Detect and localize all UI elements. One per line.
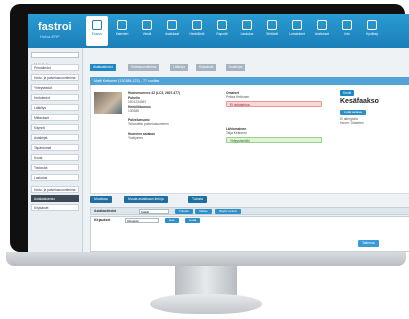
sidebar-item[interactable]: Käynnit [31,124,79,131]
nav-item-9[interactable]: Asetukset [311,16,333,46]
nav-item-6[interactable]: Laskutus [236,16,258,46]
sidebar-item[interactable]: Tiedostot [31,164,79,171]
nav-item-label: Lomakkeet [289,32,305,36]
lower-row2-select[interactable]: Viimeisin [125,218,159,223]
check-icon [367,20,377,30]
nav-item-2[interactable]: Viestit [136,16,158,46]
nav-item-11[interactable]: Hyväksy [361,16,383,46]
sidebar-bottom-item[interactable]: Hoito- ja palvelusuunnitelma [31,186,79,193]
edit-button[interactable]: Muokkaa [90,196,112,203]
person-icon [192,20,202,30]
lower-row2-label: Kirjaukset [94,218,111,222]
status-box: Yhteyshenkilö [226,137,322,143]
alert-text: Ei hoitotahtoa [230,103,250,107]
app-logo-subtitle: Hoiva-ERP [40,34,60,39]
contact-name: Pekka Kettunen [226,95,250,99]
task-icon [267,20,277,30]
nav-item-8[interactable]: Lomakkeet [286,16,308,46]
calendar-icon [117,20,127,30]
nav-item-label: Asiakkaat [165,32,179,36]
sidebar-item[interactable]: Hoito- ja palvelusuunnitelma [31,74,79,81]
nav-item-5[interactable]: Raportit [211,16,233,46]
phone-value: 0501234567 [128,100,147,104]
nav-item-label: Etusivu [91,32,103,36]
message-icon [142,20,152,30]
tab-kirjaukset[interactable]: Kirjaukset [196,64,217,71]
sidebar-item[interactable]: Lääkitys [31,104,79,111]
nav-item-label: Henkilöstö [189,32,205,36]
sidebar-item[interactable]: Kuvat [31,154,79,161]
lower-row2-add-button[interactable]: Lisää [185,218,201,223]
lower-row2-search-button[interactable]: Hae [165,218,179,223]
alert-box: Ei hoitotahtoa [226,101,322,107]
nav-item-1[interactable]: Kalenteri [111,16,133,46]
lower-bar-label: Asiakastiedot [94,209,117,213]
tab-laakitys[interactable]: Lääkitys [170,64,189,71]
nav-item-label: Asetukset [315,32,329,36]
lower-filter-select-button[interactable]: Valitse [195,209,212,214]
nav-item-label: Viestit [142,32,152,36]
nav-item-7[interactable]: Tehtävät [261,16,283,46]
nav-item-label: Laskutus [240,32,254,36]
tab-hoitosuunnitelma[interactable]: Hoitosuunnitelma [128,64,160,71]
monitor-chin [6,252,406,266]
save-button[interactable]: Tallenna [358,240,379,247]
invoice-icon [242,20,252,30]
monitor-frame: fastroi Hoiva-ERP Etusivu Kalenteri Viesti… [10,4,409,252]
season-title: Kesäfaakso [340,98,379,105]
monitor-stand-base [150,294,262,314]
tab-asiakastiedot[interactable]: Asiakastiedot [90,64,116,71]
status-text: Yhteyshenkilö [230,139,250,143]
people-icon [167,20,177,30]
edit-client-info-button[interactable]: Muuta asiakkaan tietoja [124,196,168,203]
sidebar-item[interactable]: Laskutus [31,174,79,181]
info-icon [342,20,352,30]
monitor-stand-neck [175,266,237,296]
service-type-value: Tehostettu palveluasuminen [128,122,169,126]
nav-item-label: Hyväksy [365,32,379,36]
nav-item-label: Kalenteri [115,32,129,36]
app-logo: fastroi [38,21,72,33]
season-badge: Kevät [340,90,355,96]
top-navigation-bar: fastroi Hoiva-ERP Etusivu Kalenteri Viesti… [28,14,409,48]
home-icon [92,20,102,30]
nav-item-3[interactable]: Asiakkaat [161,16,183,46]
lower-filter-show-old[interactable]: Näytä vanhat [215,209,241,214]
add-client-button[interactable]: Lisää asiakas [340,110,367,115]
nav-item-10[interactable]: Info [336,16,358,46]
sidebar-item[interactable]: Hoitotiedot [31,94,79,101]
lower-filter-select[interactable]: Kaikki [139,209,169,214]
room-client-value: Yksityinen [128,136,144,140]
sidebar-item[interactable]: Mittaukset [31,114,79,121]
client-photo [94,92,122,114]
sidebar-item[interactable]: Perustiedot [31,64,79,71]
nav-item-label: Info [344,32,350,36]
app-screen: fastroi Hoiva-ERP Etusivu Kalenteri Viesti… [28,14,409,252]
nav-item-4[interactable]: Henkilöstö [186,16,208,46]
sidebar-item[interactable]: Tapahtumat [31,144,79,151]
sidebar-item[interactable]: Yhteystiedot [31,84,79,91]
tab-asiakirjat[interactable]: Asiakirjat [226,64,246,71]
form-icon [292,20,302,30]
room-number-label: Huonenumero 42 (LC3, 2607-477) [128,91,181,95]
sidebar-bottom-item[interactable]: Asiakaskansio [31,195,79,202]
side-note-2: Huom: Diabetes [340,121,364,125]
lower-filter-bar: Asiakastiedot Kaikki Tulosta Valitse Näy… [90,207,409,215]
print-button[interactable]: Tulosta [188,196,207,203]
sidebar-search-input[interactable]: Matti Kettunen [31,52,79,67]
lock-icon [317,20,327,30]
contact2-name: Taija Kettunen [226,131,247,135]
client-card-header: Matti Kettunen (130385-123) - 77 vuotias [90,77,409,85]
ssn-value: 130385 [128,109,140,113]
sidebar-item[interactable]: Asiakirjat [31,134,79,141]
sidebar: Matti Kettunen Perustiedot Hoito- ja palv… [28,48,83,252]
nav-item-label: Raportit [216,32,228,36]
nav-item-0[interactable]: Etusivu [86,16,108,46]
lower-filter-print[interactable]: Tulosta [175,209,193,214]
chart-icon [217,20,227,30]
sidebar-bottom-item[interactable]: Kirjaukset [31,204,79,211]
nav-item-label: Tehtävät [265,32,279,36]
